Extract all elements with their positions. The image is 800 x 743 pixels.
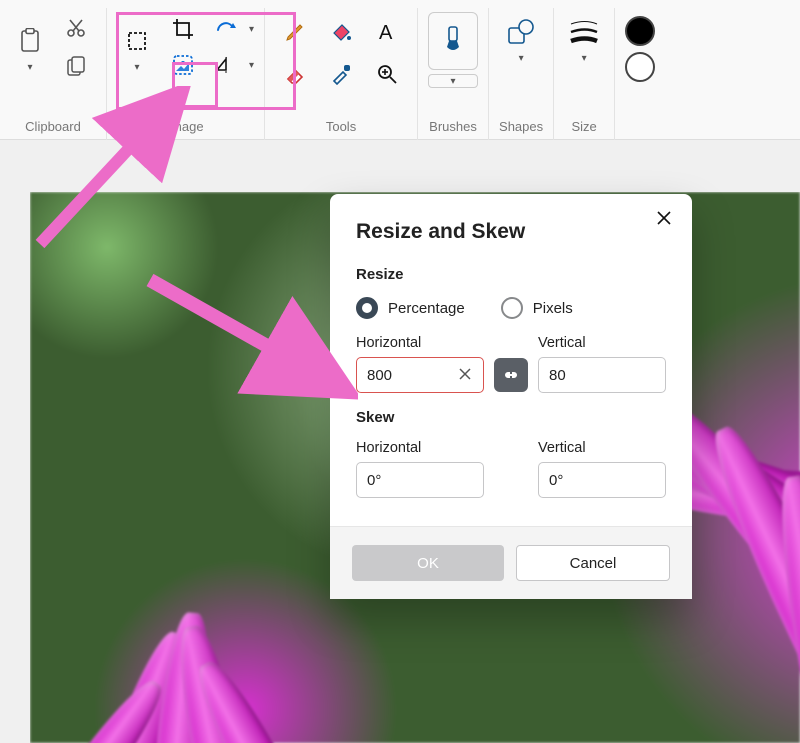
resize-skew-dialog: Resize and Skew Resize Percentage Pixels…: [330, 194, 692, 599]
aspect-ratio-lock-button[interactable]: [494, 358, 528, 392]
skew-horizontal-input[interactable]: [356, 462, 484, 498]
rotate-button[interactable]: [209, 12, 243, 46]
radio-percentage[interactable]: Percentage: [356, 297, 465, 319]
ok-button[interactable]: OK: [352, 545, 504, 581]
group-image-label: Image: [167, 119, 203, 140]
skew-vertical-input[interactable]: [538, 462, 666, 498]
svg-text:A: A: [379, 22, 393, 43]
eraser-button[interactable]: [275, 54, 315, 94]
shapes-icon: [506, 17, 536, 47]
link-icon: [502, 366, 520, 384]
group-shapes: ▾ Shapes: [489, 8, 554, 140]
color-picker-button[interactable]: [321, 54, 361, 94]
fill-button[interactable]: [321, 12, 361, 52]
select-button[interactable]: [117, 21, 157, 61]
rotate-dropdown[interactable]: ▾: [249, 23, 254, 35]
select-rect-icon: [126, 30, 148, 52]
bucket-icon: [330, 21, 352, 43]
skew-horizontal-label: Horizontal: [356, 440, 484, 456]
radio-percentage-label: Percentage: [388, 300, 465, 317]
radio-circle-icon: [501, 297, 523, 319]
close-icon: [657, 211, 671, 225]
resize-horizontal-label: Horizontal: [356, 335, 484, 351]
group-brushes: ▾ Brushes: [418, 8, 489, 140]
pencil-button[interactable]: [275, 12, 315, 52]
group-image: ▾: [107, 8, 265, 140]
magnifier-button[interactable]: [367, 54, 407, 94]
select-dropdown[interactable]: ▾: [134, 61, 139, 73]
pencil-icon: [284, 21, 306, 43]
ribbon: ▾ Clipboard: [0, 0, 800, 140]
eyedropper-icon: [330, 63, 352, 85]
resize-vertical-input[interactable]: [538, 357, 666, 393]
flip-dropdown[interactable]: ▾: [249, 59, 254, 71]
resize-button[interactable]: [163, 48, 203, 82]
copy-icon: [67, 56, 85, 76]
ok-button-label: OK: [417, 555, 439, 572]
brushes-button[interactable]: [428, 12, 478, 70]
crop-button[interactable]: [163, 12, 203, 46]
group-size-label: Size: [571, 119, 596, 140]
resize-unit-radio-group: Percentage Pixels: [356, 297, 666, 319]
color-2-swatch[interactable]: [625, 52, 655, 82]
dialog-close-button[interactable]: [650, 204, 678, 232]
brush-icon: [440, 25, 466, 57]
flip-icon: [215, 56, 237, 74]
clear-x-icon: [459, 368, 471, 380]
magnifier-icon: [376, 63, 398, 85]
resize-horizontal-input[interactable]: [356, 357, 484, 393]
skew-heading: Skew: [356, 409, 666, 426]
brushes-dropdown[interactable]: ▾: [428, 74, 478, 88]
shapes-button[interactable]: [501, 12, 541, 52]
radio-pixels-label: Pixels: [533, 300, 573, 317]
group-brushes-label: Brushes: [429, 119, 477, 140]
group-colors: [615, 8, 673, 140]
skew-vertical-value[interactable]: [549, 472, 655, 489]
rotate-icon: [215, 20, 237, 38]
text-icon: A: [376, 21, 398, 43]
skew-vertical-label: Vertical: [538, 440, 666, 456]
resize-vertical-label: Vertical: [538, 335, 666, 351]
group-clipboard: ▾ Clipboard: [0, 8, 107, 140]
group-tools-label: Tools: [326, 119, 356, 140]
copy-button[interactable]: [56, 50, 96, 82]
dialog-title: Resize and Skew: [356, 220, 666, 244]
resize-horizontal-value[interactable]: [367, 367, 457, 384]
paste-icon: [19, 28, 41, 54]
size-dropdown[interactable]: ▾: [582, 52, 587, 64]
cut-button[interactable]: [56, 12, 96, 44]
flip-button[interactable]: [209, 48, 243, 82]
radio-circle-icon: [356, 297, 378, 319]
clear-input-button[interactable]: [457, 367, 473, 384]
radio-pixels[interactable]: Pixels: [501, 297, 573, 319]
text-button[interactable]: A: [367, 12, 407, 52]
resize-icon: [171, 53, 195, 77]
group-tools: A Tools: [265, 8, 418, 140]
size-button[interactable]: [564, 12, 604, 52]
eraser-icon: [284, 63, 306, 85]
resize-vertical-value[interactable]: [549, 367, 655, 384]
size-icon: [569, 20, 599, 44]
skew-horizontal-value[interactable]: [367, 472, 473, 489]
group-shapes-label: Shapes: [499, 119, 543, 140]
cancel-button-label: Cancel: [570, 555, 617, 572]
color-1-swatch[interactable]: [625, 16, 655, 46]
group-size: ▾ Size: [554, 8, 615, 140]
group-clipboard-label: Clipboard: [25, 119, 81, 140]
paste-dropdown[interactable]: ▾: [27, 61, 32, 73]
paste-button[interactable]: [10, 21, 50, 61]
resize-heading: Resize: [356, 266, 666, 283]
shapes-dropdown[interactable]: ▾: [519, 52, 524, 64]
crop-icon: [172, 18, 194, 40]
scissors-icon: [66, 18, 86, 38]
cancel-button[interactable]: Cancel: [516, 545, 670, 581]
dialog-button-row: OK Cancel: [330, 526, 692, 599]
